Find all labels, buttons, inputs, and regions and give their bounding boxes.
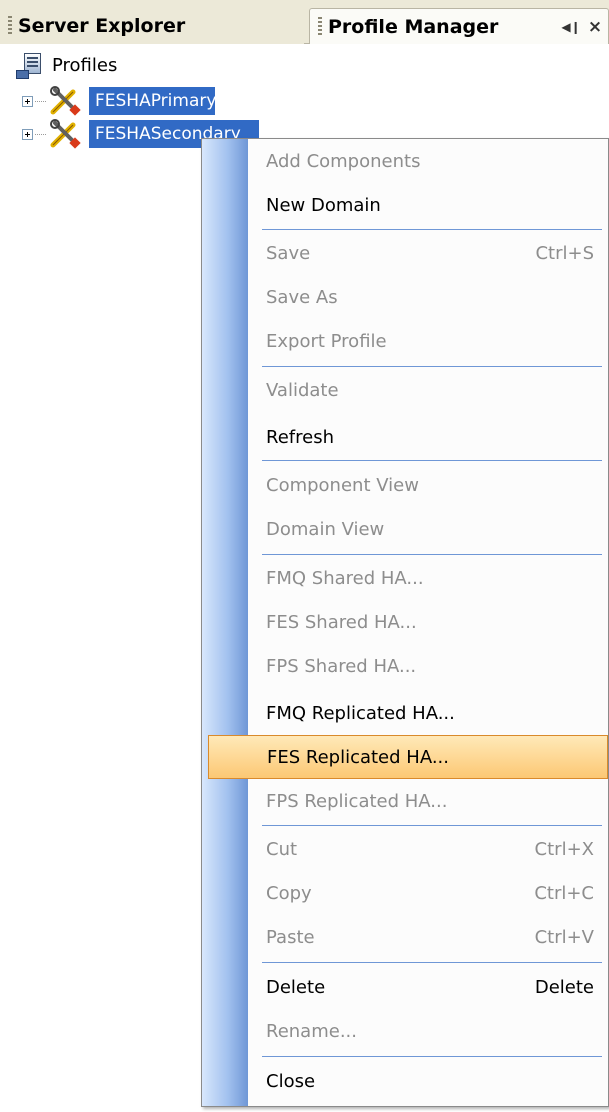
menu-item-domain-view[interactable]: Domain View	[202, 507, 608, 551]
menu-item-fmq-replicated-ha[interactable]: FMQ Replicated HA...	[202, 691, 608, 735]
menu-separator	[262, 229, 602, 230]
tab-strip: Server Explorer Profile Manager ◀❙ ×	[0, 0, 609, 44]
menu-item-new-domain[interactable]: New Domain	[202, 183, 608, 227]
menu-item-save[interactable]: Save Ctrl+S	[202, 231, 608, 275]
menu-item-fes-replicated-ha[interactable]: FES Replicated HA...	[208, 735, 608, 779]
pin-icon[interactable]: ◀❙	[560, 20, 582, 34]
tools-icon	[50, 119, 81, 149]
tree-item-label: FESHAPrimary	[89, 87, 216, 115]
tab-profile-manager-label: Profile Manager	[328, 15, 499, 38]
menu-item-refresh[interactable]: Refresh	[202, 415, 608, 459]
tree-root-label: Profiles	[52, 54, 118, 76]
menu-item-fps-replicated-ha[interactable]: FPS Replicated HA...	[202, 779, 608, 823]
menu-item-copy[interactable]: Copy Ctrl+C	[202, 871, 608, 915]
tree-connector	[35, 133, 47, 135]
menu-item-paste[interactable]: Paste Ctrl+V	[202, 915, 608, 959]
menu-item-fes-shared-ha[interactable]: FES Shared HA...	[202, 600, 608, 644]
menu-item-export-profile[interactable]: Export Profile	[202, 319, 608, 363]
expand-icon[interactable]	[22, 128, 33, 140]
menu-separator	[262, 825, 602, 826]
menu-item-fmq-shared-ha[interactable]: FMQ Shared HA...	[202, 556, 608, 600]
menu-item-component-view[interactable]: Component View	[202, 463, 608, 507]
menu-item-cut[interactable]: Cut Ctrl+X	[202, 827, 608, 871]
tab-grip-icon	[8, 16, 12, 36]
tools-icon	[50, 86, 81, 116]
menu-item-save-as[interactable]: Save As	[202, 275, 608, 319]
menu-item-delete[interactable]: Delete Delete	[202, 965, 608, 1009]
tab-grip-icon	[318, 16, 322, 37]
menu-item-close[interactable]: Close	[202, 1059, 608, 1103]
menu-item-validate[interactable]: Validate	[202, 368, 608, 412]
menu-item-add-components[interactable]: Add Components	[202, 139, 608, 183]
expand-icon[interactable]	[22, 95, 33, 107]
menu-separator	[262, 366, 602, 367]
tree-connector	[35, 100, 47, 102]
context-menu: Add Components New Domain Save Ctrl+S Sa…	[201, 138, 609, 1107]
profiles-icon	[16, 53, 41, 79]
menu-separator	[262, 460, 602, 461]
menu-separator	[262, 962, 602, 963]
menu-separator	[262, 554, 602, 555]
menu-separator	[262, 1056, 602, 1057]
menu-item-rename[interactable]: Rename...	[202, 1009, 608, 1053]
tab-server-explorer-label: Server Explorer	[18, 15, 186, 37]
menu-item-fps-shared-ha[interactable]: FPS Shared HA...	[202, 644, 608, 688]
tab-server-explorer[interactable]: Server Explorer	[0, 8, 304, 44]
close-icon[interactable]: ×	[582, 17, 608, 37]
tree-root-profiles[interactable]: Profiles	[16, 50, 117, 80]
tab-profile-manager[interactable]: Profile Manager ◀❙ ×	[309, 8, 609, 44]
tree-item-feshaprimary[interactable]: FESHAPrimary	[22, 86, 216, 116]
